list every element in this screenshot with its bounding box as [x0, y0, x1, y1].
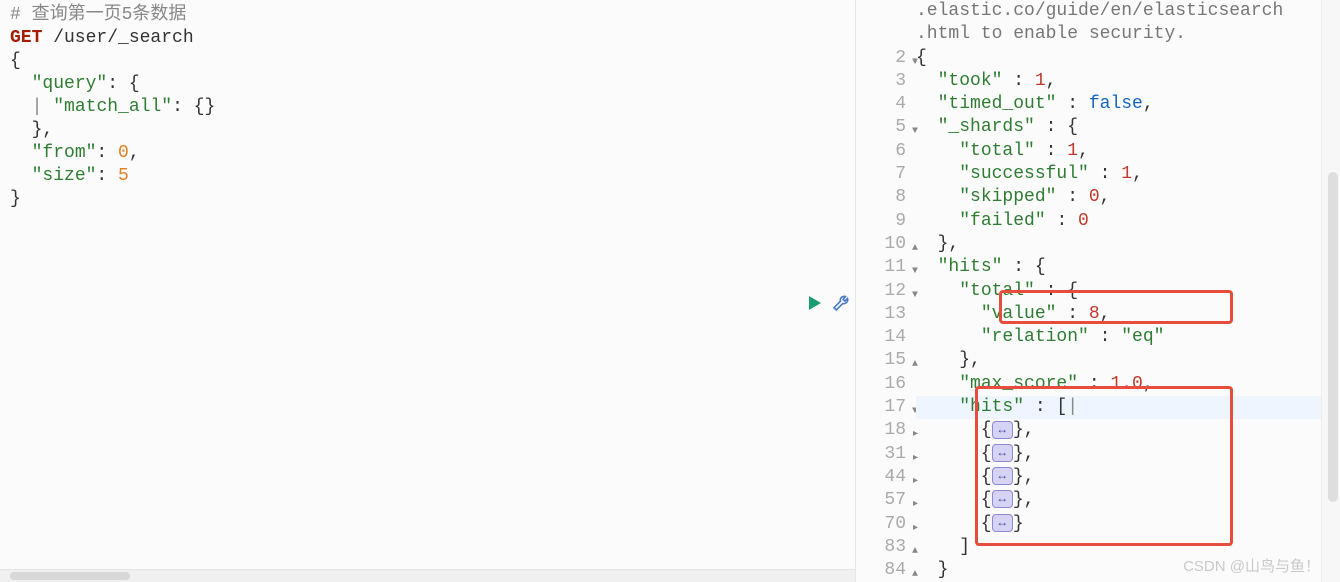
- line-number: 17▼: [856, 396, 916, 419]
- code-line: "hits" : [|: [916, 396, 1340, 419]
- code-line: {↔},: [916, 466, 1340, 489]
- code-line: {↔},: [916, 419, 1340, 442]
- code-line: "skipped" : 0,: [916, 186, 1340, 209]
- code-line: "total" : {: [916, 280, 1340, 303]
- line-number: 44▸: [856, 466, 916, 489]
- brace-close: }: [10, 188, 845, 211]
- request-editor[interactable]: # 查询第一页5条数据 GET /user/_search { "query":…: [0, 0, 855, 215]
- code-line: },: [916, 233, 1340, 256]
- response-panel: 2▼345▼678910▲11▼12▼131415▲1617▼18▸31▸44▸…: [855, 0, 1340, 582]
- size-val: 5: [118, 166, 129, 186]
- line-number: 14: [856, 326, 916, 349]
- vertical-scrollbar[interactable]: [1321, 0, 1340, 582]
- response-editor[interactable]: .elastic.co/guide/en/elasticsearch .html…: [916, 0, 1340, 582]
- scrollbar-thumb[interactable]: [1328, 172, 1338, 502]
- line-number: 18▸: [856, 419, 916, 442]
- scrollbar-thumb[interactable]: [10, 572, 130, 580]
- line-number: 5▼: [856, 116, 916, 139]
- watermark-text: CSDN @山鸟与鱼！: [1183, 555, 1320, 576]
- line-number: 84▲: [856, 559, 916, 582]
- line-gutter: 2▼345▼678910▲11▼12▼131415▲1617▼18▸31▸44▸…: [856, 0, 916, 582]
- size-key: "size": [32, 166, 97, 186]
- run-icon[interactable]: [806, 294, 824, 312]
- code-line: "timed_out" : false,: [916, 93, 1340, 116]
- brace-open: {: [10, 50, 845, 73]
- code-line: "total" : 1,: [916, 140, 1340, 163]
- fold-badge-icon[interactable]: ↔: [992, 467, 1013, 485]
- line-number: 83▲: [856, 536, 916, 559]
- match-all-val: : {}: [172, 97, 215, 117]
- code-line: "failed" : 0: [916, 210, 1340, 233]
- code-line: "relation" : "eq": [916, 326, 1340, 349]
- line-number: 9: [856, 210, 916, 233]
- line-number: 11▼: [856, 256, 916, 279]
- line-number: 7: [856, 163, 916, 186]
- code-line: {↔}: [916, 513, 1340, 536]
- code-line: "took" : 1,: [916, 70, 1340, 93]
- wrench-icon[interactable]: [832, 294, 850, 312]
- fold-badge-icon[interactable]: ↔: [992, 444, 1013, 462]
- code-line: "value" : 8,: [916, 303, 1340, 326]
- code-line: "successful" : 1,: [916, 163, 1340, 186]
- line-number: 16: [856, 373, 916, 396]
- code-line: },: [916, 349, 1340, 372]
- fold-badge-icon[interactable]: ↔: [992, 421, 1013, 439]
- code-line: {: [916, 47, 1340, 70]
- comment-prefix: #: [10, 5, 32, 25]
- code-line: {↔},: [916, 443, 1340, 466]
- line-number: 2▼: [856, 47, 916, 70]
- notice-line-1: .elastic.co/guide/en/elasticsearch: [916, 0, 1340, 23]
- line-number: 6: [856, 140, 916, 163]
- line-number: 8: [856, 186, 916, 209]
- line-number: 57▸: [856, 489, 916, 512]
- line-number: 10▲: [856, 233, 916, 256]
- line-number: 15▲: [856, 349, 916, 372]
- code-line: "max_score" : 1.0,: [916, 373, 1340, 396]
- fold-badge-icon[interactable]: ↔: [992, 514, 1013, 532]
- from-val: 0: [118, 143, 129, 163]
- query-key: "query": [32, 74, 108, 94]
- request-path: /user/_search: [42, 28, 193, 48]
- line-number: 70▸: [856, 513, 916, 536]
- code-line: "_shards" : {: [916, 116, 1340, 139]
- line-number: 13: [856, 303, 916, 326]
- request-editor-panel[interactable]: # 查询第一页5条数据 GET /user/_search { "query":…: [0, 0, 855, 582]
- fold-badge-icon[interactable]: ↔: [992, 490, 1013, 508]
- http-method: GET: [10, 28, 42, 48]
- line-number: 31▸: [856, 443, 916, 466]
- line-number: 12▼: [856, 280, 916, 303]
- match-all-key: "match_all": [53, 97, 172, 117]
- comment-text: 查询第一页5条数据: [32, 5, 187, 25]
- notice-line-2: .html to enable security.: [916, 23, 1340, 46]
- from-key: "from": [32, 143, 97, 163]
- code-line: "hits" : {: [916, 256, 1340, 279]
- line-number: 3: [856, 70, 916, 93]
- code-line: {↔},: [916, 489, 1340, 512]
- horizontal-scrollbar[interactable]: [0, 569, 855, 582]
- line-number: 4: [856, 93, 916, 116]
